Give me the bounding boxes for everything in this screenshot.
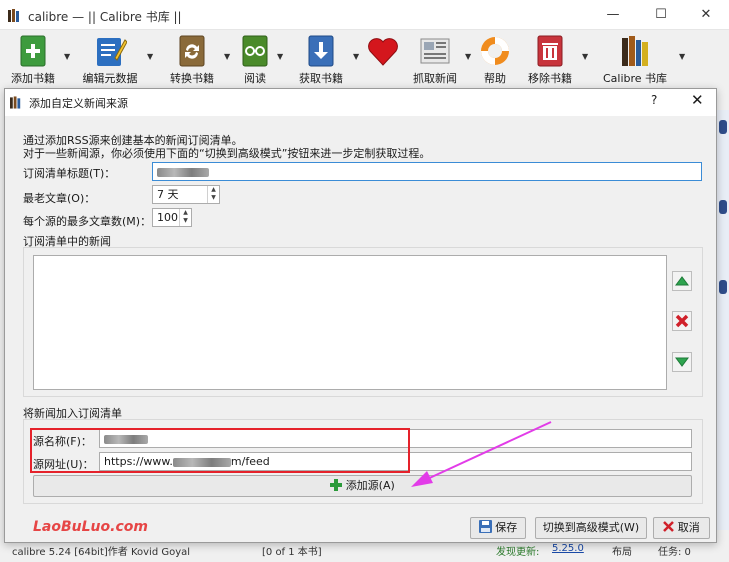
edit-metadata-icon — [97, 38, 127, 66]
dropdown-arrow-icon[interactable]: ▼ — [679, 52, 685, 61]
toolbar-read[interactable]: 阅读 — [236, 32, 274, 86]
calibre-app-icon — [8, 9, 19, 22]
save-button-label: 保存 — [495, 521, 518, 534]
dropdown-arrow-icon[interactable]: ▼ — [64, 52, 70, 61]
move-down-button[interactable] — [672, 352, 692, 372]
toolbar-label: 移除书籍 — [528, 72, 572, 85]
dropdown-arrow-icon[interactable]: ▼ — [582, 52, 588, 61]
toolbar-label: 帮助 — [484, 72, 506, 85]
toolbar-library[interactable]: Calibre 书库 — [598, 32, 672, 86]
read-book-icon — [242, 35, 268, 67]
recipe-title-input[interactable] — [152, 162, 702, 181]
max-articles-spinbox[interactable]: 100 ▲ ▼ — [152, 208, 192, 227]
cancel-x-icon — [663, 521, 675, 532]
toolbar-help[interactable]: 帮助 — [475, 32, 515, 86]
oldest-article-label: 最老文章(O)： — [23, 192, 96, 205]
blurred-text — [157, 167, 209, 177]
max-articles-value: 100 — [157, 211, 178, 224]
toolbar-convert-books[interactable]: 转换书籍 — [165, 32, 219, 86]
toolbar-label: 添加书籍 — [11, 72, 55, 85]
cancel-button-label: 取消 — [677, 521, 700, 534]
toolbar-label: Calibre 书库 — [602, 72, 668, 85]
plus-icon — [330, 479, 343, 491]
remove-feed-button[interactable] — [672, 311, 692, 331]
arrow-down-icon — [675, 357, 689, 367]
dropdown-arrow-icon[interactable]: ▼ — [353, 52, 359, 61]
custom-news-source-dialog: 添加自定义新闻来源 ? ✕ 通过添加RSS源来创建基本的新闻订阅清单。 对于一些… — [4, 88, 717, 543]
toolbar-label: 获取书籍 — [299, 72, 343, 85]
switch-advanced-mode-button[interactable]: 切换到高级模式(W) — [535, 517, 647, 539]
status-jobs[interactable]: 任务: 0 — [658, 543, 691, 558]
window-title: calibre — || Calibre 书库 || — [28, 10, 182, 24]
spin-arrows-icon[interactable]: ▲ ▼ — [179, 209, 191, 226]
help-button[interactable]: ? — [651, 93, 657, 107]
dropdown-arrow-icon[interactable]: ▼ — [224, 52, 230, 61]
status-layout[interactable]: 布局 — [612, 543, 632, 558]
advanced-button-label: 切换到高级模式(W) — [542, 521, 640, 534]
max-articles-label: 每个源的最多文章数(M)： — [23, 215, 152, 228]
toolbar-label: 阅读 — [244, 72, 266, 85]
dropdown-arrow-icon[interactable]: ▼ — [147, 52, 153, 61]
toolbar-edit-metadata[interactable]: 编辑元数据 — [78, 32, 142, 86]
add-feed-button-label: 添加源(A) — [345, 479, 395, 492]
toolbar-get-books[interactable]: 获取书籍 — [294, 32, 348, 86]
add-book-icon — [20, 35, 46, 67]
close-window-button[interactable]: ✕ — [683, 0, 729, 30]
dialog-title: 添加自定义新闻来源 — [29, 97, 128, 110]
toolbar-fetch-news[interactable]: 抓取新闻 — [408, 32, 462, 86]
calibre-app-icon — [10, 96, 21, 109]
dropdown-arrow-icon[interactable]: ▼ — [465, 52, 471, 61]
library-view-edge — [717, 110, 729, 530]
get-books-icon — [308, 35, 334, 67]
heart-icon — [368, 38, 398, 66]
book-cover-sliver — [719, 200, 727, 214]
remove-book-icon — [537, 35, 563, 67]
intro-text-line2: 对于一些新闻源，你必须使用下面的“切换到高级模式”按钮来进一步定制获取过程。 — [23, 147, 431, 160]
minimize-button[interactable]: — — [590, 0, 636, 30]
toolbar-donate[interactable] — [362, 32, 404, 86]
recipe-title-label: 订阅清单标题(T)： — [23, 167, 116, 180]
dialog-close-button[interactable]: ✕ — [691, 91, 704, 109]
book-cover-sliver — [719, 280, 727, 294]
add-feed-button[interactable]: 添加源(A) — [33, 475, 692, 497]
feeds-list[interactable] — [33, 255, 667, 390]
status-version: calibre 5.24 [64bit]作者 Kovid Goyal — [12, 547, 191, 558]
toolbar-label: 抓取新闻 — [413, 72, 457, 85]
move-up-button[interactable] — [672, 271, 692, 291]
status-update-link[interactable]: 5.25.0 — [552, 543, 584, 554]
status-update-label: 发现更新: — [496, 547, 540, 558]
book-cover-sliver — [719, 120, 727, 134]
status-book-count: [0 of 1 本书] — [262, 547, 322, 558]
save-icon — [478, 520, 492, 533]
dialog-titlebar: 添加自定义新闻来源 ? ✕ — [5, 89, 716, 116]
convert-book-icon — [179, 35, 205, 67]
toolbar-add-books[interactable]: 添加书籍 — [8, 32, 58, 86]
oldest-article-spinbox[interactable]: 7 天 ▲ ▼ — [152, 185, 220, 204]
main-toolbar: 添加书籍 ▼ 编辑元数据 ▼ 转换书籍 ▼ 阅读 ▼ 获取书籍 ▼ 抓取新闻 ▼… — [0, 30, 729, 88]
watermark-text: LaoBuLuo.com — [33, 519, 148, 535]
oldest-article-value: 7 天 — [157, 188, 179, 201]
annotation-arrow — [411, 421, 552, 487]
toolbar-remove-books[interactable]: 移除书籍 — [523, 32, 577, 86]
toolbar-label: 转换书籍 — [170, 72, 214, 85]
highlight-annotation-box — [30, 428, 410, 473]
arrow-up-icon — [675, 276, 689, 286]
toolbar-label: 编辑元数据 — [82, 72, 138, 85]
save-button[interactable]: 保存 — [470, 517, 526, 539]
spin-arrows-icon[interactable]: ▲ ▼ — [207, 186, 219, 203]
dropdown-arrow-icon[interactable]: ▼ — [277, 52, 283, 61]
cancel-button[interactable]: 取消 — [653, 517, 710, 539]
main-titlebar: calibre — || Calibre 书库 || — ☐ ✕ — [0, 0, 729, 30]
help-lifebuoy-icon — [481, 37, 509, 65]
maximize-button[interactable]: ☐ — [638, 0, 684, 30]
delete-x-icon — [675, 314, 689, 328]
library-icon — [622, 36, 648, 66]
fetch-news-icon — [420, 38, 450, 64]
